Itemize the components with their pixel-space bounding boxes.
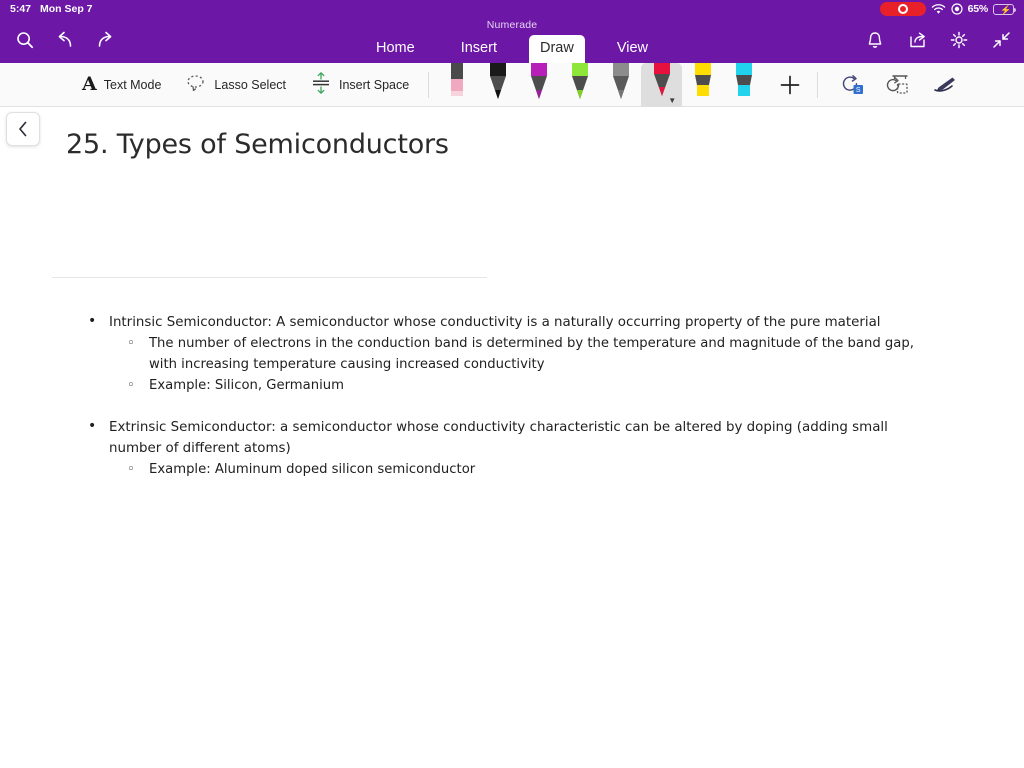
wifi-icon [931,3,946,15]
tool-pen-green[interactable] [559,62,600,107]
tool-highlighter-cyan[interactable] [723,62,764,107]
bullet-text: Extrinsic Semiconductor: a semiconductor… [109,420,888,456]
collapse-ribbon-icon [992,32,1010,48]
pen-options-chevron-down-icon[interactable]: ▼ [668,96,676,105]
status-time: 5:47 [10,3,32,15]
share-button[interactable] [900,24,934,56]
tab-view[interactable]: View [603,35,662,63]
tool-eraser[interactable] [436,62,477,107]
add-pen-button[interactable] [770,67,810,103]
slide-body: Intrinsic Semiconductor: A semiconductor… [80,311,930,480]
insert-space-label: Insert Space [339,77,410,92]
app-root: 5:47 Mon Sep 7 65% ⚡ Numerade Home Inser… [0,0,1024,768]
bullet-text: Intrinsic Semiconductor: A semiconductor… [109,315,881,330]
tool-pen-red[interactable]: ▼ [641,62,683,107]
list-item: Example: Silicon, Germanium [109,375,930,396]
ios-status-bar: 5:47 Mon Sep 7 65% ⚡ [0,0,1024,18]
tool-pen-purple[interactable] [518,62,559,107]
app-ribbon: Numerade Home Insert Draw View [0,18,1024,63]
list-item: Example: Aluminum doped silicon semicond… [109,459,930,480]
text-mode-icon: A [82,73,97,95]
battery-icon: ⚡ [993,3,1016,15]
bullet-list-level2: The number of electrons in the conductio… [109,333,930,396]
toolbar-divider-2 [817,71,819,98]
list-item: Extrinsic Semiconductor: a semiconductor… [80,416,930,480]
back-button[interactable] [6,112,40,146]
record-dot-icon [897,4,908,14]
battery-percent-label: 65% [967,3,989,15]
ink-replay-button[interactable] [877,67,921,103]
ink-to-shape-icon: S [842,74,864,94]
lasso-select-label: Lasso Select [214,77,286,92]
tool-pen-gray[interactable] [600,62,641,107]
plus-icon [780,75,800,94]
ink-replay-icon [887,74,908,94]
insert-space-icon [310,71,332,98]
bullet-list-level1: Intrinsic Semiconductor: A semiconductor… [80,311,930,480]
chevron-left-icon [19,121,27,137]
battery-charging-bolt-icon: ⚡ [1000,4,1012,15]
focus-moon-icon [950,3,963,15]
title-divider [52,277,487,278]
status-bar-right: 65% ⚡ [879,2,1018,16]
lasso-select-button[interactable]: Lasso Select [173,67,298,103]
page-title: 25. Types of Semiconductors [66,129,449,160]
slide-canvas[interactable]: 25. Types of Semiconductors Intrinsic Se… [0,107,1024,768]
bullet-list-level2: Example: Aluminum doped silicon semicond… [109,459,930,480]
status-bar-left: 5:47 Mon Sep 7 [6,3,93,15]
tool-pen-black[interactable] [477,62,518,107]
ink-eraser-icon [934,77,956,92]
share-icon [909,32,925,48]
lasso-select-icon [185,73,207,96]
status-date: Mon Sep 7 [40,3,93,15]
tab-home[interactable]: Home [362,35,429,63]
svg-text:S: S [856,87,861,94]
toolbar-divider [428,71,430,98]
ink-tools-group: S [831,67,967,103]
tool-highlighter-yellow[interactable] [682,62,723,107]
tab-draw[interactable]: Draw [528,35,585,63]
draw-toolbar: A Text Mode Lasso Select Insert Space ▼ … [0,62,1024,107]
ink-eraser-button[interactable] [923,67,967,103]
tab-insert[interactable]: Insert [447,35,511,63]
notifications-button[interactable] [858,24,892,56]
pen-tray: ▼ [436,62,764,107]
ink-to-shape-button[interactable]: S [831,67,875,103]
collapse-ribbon-button[interactable] [984,24,1018,56]
insert-space-button[interactable]: Insert Space [298,67,421,103]
screen-recording-indicator[interactable] [879,2,926,16]
text-mode-label: Text Mode [103,77,162,92]
settings-button[interactable] [942,24,976,56]
bell-icon [868,32,882,48]
gear-icon [950,31,968,49]
ribbon-right-buttons [858,24,1018,56]
list-item: The number of electrons in the conductio… [109,333,930,375]
text-mode-button[interactable]: A Text Mode [70,67,173,103]
list-item: Intrinsic Semiconductor: A semiconductor… [80,311,930,396]
